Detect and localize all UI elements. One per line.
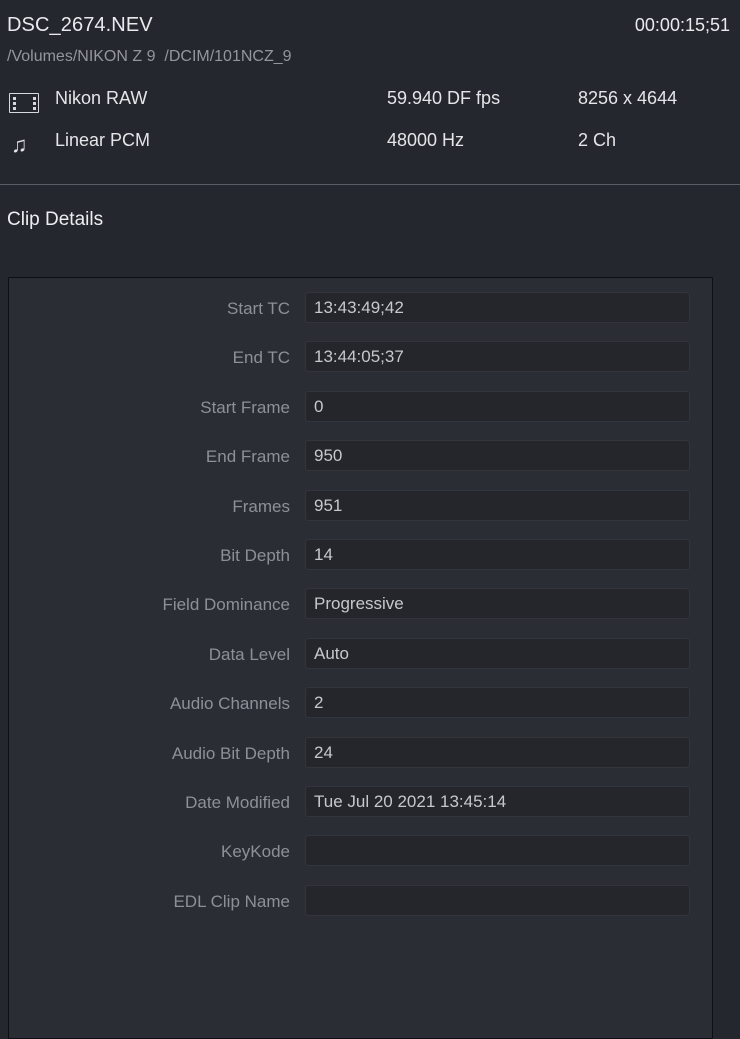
video-stream-row: Nikon RAW 59.940 DF fps 8256 x 4644 (0, 88, 740, 126)
field-input[interactable]: Auto (305, 637, 690, 669)
field-value: 2 (314, 693, 324, 713)
video-frame-rate-label: 59.940 DF fps (387, 88, 501, 108)
field-row: Start TC 13:43:49;42 (9, 292, 712, 341)
field-row: Bit Depth 14 (9, 538, 712, 588)
field-input[interactable]: 24 (305, 736, 690, 768)
field-input[interactable]: 0 (305, 390, 690, 422)
clip-file-path: /Volumes/NIKON Z 9 /DCIM/101NCZ_9 (7, 48, 292, 65)
field-label: Data Level (208, 644, 290, 664)
clip-details-field-list: Start TC 13:43:49;42 End TC 13:44:05;37 Star… (9, 292, 712, 934)
section-title: Clip Details (7, 209, 104, 230)
field-value: 13:44:05;37 (314, 347, 404, 367)
field-row: End Frame 950 (9, 440, 712, 489)
video-resolution-label: 8256 x 4644 (578, 88, 678, 108)
clip-details-panel: Start TC 13:43:49;42 End TC 13:44:05;37 Star… (8, 277, 713, 1039)
field-input[interactable]: 13:44:05;37 (305, 341, 690, 373)
field-label: End TC (232, 348, 290, 368)
clip-name-title: DSC_2674.NEV (7, 14, 153, 36)
field-row: Field Dominance Progressive (9, 588, 712, 637)
field-value: 951 (314, 495, 343, 515)
audio-codec-label: Linear PCM (55, 130, 151, 150)
field-label: Start TC (227, 299, 290, 318)
video-codec-label: Nikon RAW (55, 88, 148, 108)
music-note-icon: ♫ (11, 132, 28, 157)
field-label: Audio Bit Depth (171, 743, 290, 763)
field-value: Auto (314, 643, 349, 663)
field-row: Frames 951 (9, 489, 712, 539)
field-label: Bit Depth (220, 545, 290, 565)
field-label: Frames (232, 496, 290, 516)
field-label: KeyKode (221, 842, 290, 862)
film-strip-icon (9, 90, 45, 116)
clip-header: DSC_2674.NEV 00:00:15;51 /Volumes/NIKON … (0, 0, 740, 185)
field-input[interactable] (305, 835, 690, 867)
field-input[interactable]: 951 (305, 489, 690, 521)
field-label: EDL Clip Name (173, 891, 290, 911)
field-row: Date Modified Tue Jul 20 2021 13:45:14 (9, 785, 712, 835)
audio-stream-row: ♫ Linear PCM 48000 Hz 2 Ch (0, 130, 740, 168)
field-label: End Frame (205, 447, 290, 467)
field-row: End TC 13:44:05;37 (9, 341, 712, 390)
field-value: Progressive (314, 594, 404, 614)
field-input[interactable]: 950 (305, 440, 690, 472)
field-row: KeyKode (9, 835, 712, 884)
field-input[interactable]: 2 (305, 687, 690, 719)
field-row: Data Level Auto (9, 637, 712, 687)
field-label: Start Frame (200, 397, 290, 417)
field-input[interactable]: 13:43:49;42 (305, 292, 690, 323)
field-input[interactable] (305, 884, 690, 916)
field-value: 14 (314, 544, 333, 564)
field-row: EDL Clip Name (9, 884, 712, 934)
field-input[interactable]: Progressive (305, 588, 690, 620)
field-input[interactable]: Tue Jul 20 2021 13:45:14 (305, 785, 690, 817)
field-value: 13:43:49;42 (314, 298, 404, 317)
field-row: Audio Bit Depth 24 (9, 736, 712, 786)
field-value: 24 (314, 742, 333, 762)
audio-sample-rate-label: 48000 Hz (387, 130, 465, 150)
clip-metadata-screen: DSC_2674.NEV 00:00:15;51 /Volumes/NIKON … (0, 0, 740, 1039)
audio-channels-label: 2 Ch (578, 130, 617, 150)
field-value: 950 (314, 446, 343, 466)
field-value: 0 (314, 396, 324, 416)
field-label: Date Modified (185, 792, 290, 812)
field-input[interactable]: 14 (305, 538, 690, 570)
field-label: Field Dominance (162, 595, 290, 615)
field-row: Start Frame 0 (9, 390, 712, 440)
field-row: Audio Channels 2 (9, 687, 712, 736)
field-value: Tue Jul 20 2021 13:45:14 (314, 791, 507, 811)
clip-duration: 00:00:15;51 (634, 15, 730, 35)
clip-details-section: Clip Details Start TC 13:43:49;42 End TC 13… (0, 185, 740, 1039)
field-label: Audio Channels (169, 694, 290, 714)
